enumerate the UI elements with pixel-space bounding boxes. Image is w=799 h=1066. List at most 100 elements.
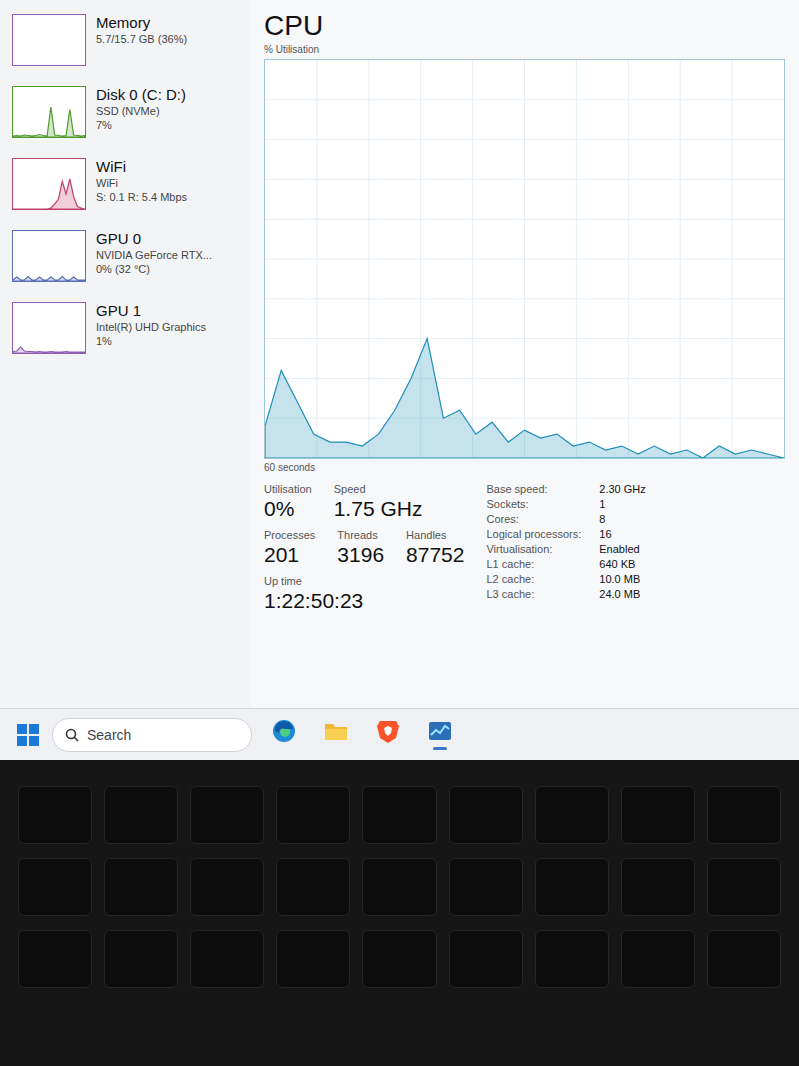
active-indicator	[433, 747, 447, 750]
mini-graph	[12, 302, 86, 354]
keyboard-key	[190, 786, 264, 844]
keyboard-key	[449, 858, 523, 916]
search-placeholder: Search	[87, 727, 131, 743]
spec-label: Cores:	[486, 513, 581, 525]
search-box[interactable]: Search	[52, 718, 252, 752]
sidebar: Memory 5.7/15.7 GB (36%) Disk 0 (C: D:) SSD…	[0, 0, 250, 708]
active-indicator	[381, 748, 395, 751]
spec-list: Base speed: 2.30 GHz Sockets: 1 Cores: 8 Logic…	[486, 483, 645, 613]
sidebar-item-detail: S: 0.1 R: 5.4 Mbps	[96, 191, 187, 203]
sidebar-item-detail: WiFi	[96, 177, 187, 189]
sidebar-item-detail: 0% (32 °C)	[96, 263, 212, 275]
spec-value: 10.0 MB	[599, 573, 645, 585]
spec-value: 8	[599, 513, 645, 525]
sidebar-item[interactable]: Memory 5.7/15.7 GB (36%)	[8, 10, 242, 70]
keyboard-key	[621, 930, 695, 988]
mini-graph	[12, 158, 86, 210]
sidebar-item-detail: 1%	[96, 335, 206, 347]
stat: Threads3196	[337, 529, 384, 567]
windows-logo-icon[interactable]	[16, 723, 40, 747]
sidebar-item-detail: 7%	[96, 119, 186, 131]
screen: Memory 5.7/15.7 GB (36%) Disk 0 (C: D:) SSD…	[0, 0, 799, 760]
spec-label: L3 cache:	[486, 588, 581, 600]
photo-frame: Memory 5.7/15.7 GB (36%) Disk 0 (C: D:) SSD…	[0, 0, 799, 1066]
task-manager-icon	[427, 719, 453, 743]
uptime-stat: Up time1:22:50:23	[264, 575, 464, 613]
keyboard-key	[276, 858, 350, 916]
sidebar-item-title: GPU 1	[96, 302, 206, 319]
keyboard-key	[276, 930, 350, 988]
keyboard-key	[362, 930, 436, 988]
mini-graph-area	[13, 179, 85, 209]
keyboard-key	[621, 786, 695, 844]
keyboard-key	[362, 786, 436, 844]
spec-label: Logical processors:	[486, 528, 581, 540]
spec-value: 1	[599, 498, 645, 510]
taskbar: Search	[0, 708, 799, 760]
stat: Processes201	[264, 529, 315, 567]
keyboard-key	[18, 930, 92, 988]
spec-value: 24.0 MB	[599, 588, 645, 600]
folder-icon	[323, 719, 349, 743]
taskbar-app[interactable]	[264, 713, 304, 757]
taskbar-app[interactable]	[368, 713, 408, 757]
keyboard-key	[535, 858, 609, 916]
spec-value: 640 KB	[599, 558, 645, 570]
sidebar-item-title: Memory	[96, 14, 187, 31]
sidebar-item[interactable]: WiFi WiFi S: 0.1 R: 5.4 Mbps	[8, 154, 242, 214]
axis-label: % Utilisation	[264, 44, 785, 55]
spec-label: Sockets:	[486, 498, 581, 510]
active-indicator	[277, 748, 291, 751]
stat: Speed1.75 GHz	[334, 483, 423, 521]
keyboard-key	[104, 786, 178, 844]
mini-graph	[12, 230, 86, 282]
search-icon	[65, 728, 79, 742]
cpu-panel: CPU % Utilisation 60 seconds Utilisation0% S…	[250, 0, 799, 708]
sidebar-item-detail: NVIDIA GeForce RTX...	[96, 249, 212, 261]
mini-graph-area	[13, 347, 85, 353]
keyboard-key	[449, 930, 523, 988]
keyboard-key	[276, 786, 350, 844]
keyboard-key	[535, 786, 609, 844]
keyboard-key	[707, 930, 781, 988]
edge-icon	[271, 718, 297, 744]
sidebar-item-detail: Intel(R) UHD Graphics	[96, 321, 206, 333]
mini-graph-area	[13, 107, 85, 137]
sidebar-item[interactable]: Disk 0 (C: D:) SSD (NVMe) 7%	[8, 82, 242, 142]
spec-label: Virtualisation:	[486, 543, 581, 555]
cpu-usage-area	[265, 339, 784, 458]
keyboard-key	[104, 858, 178, 916]
keyboard-key	[190, 858, 264, 916]
keyboard-key	[449, 786, 523, 844]
active-indicator	[329, 747, 343, 750]
sidebar-item-detail: 5.7/15.7 GB (36%)	[96, 33, 187, 45]
mini-graph	[12, 14, 86, 66]
keyboard-key	[621, 858, 695, 916]
keyboard-key	[362, 858, 436, 916]
sidebar-item-detail: SSD (NVMe)	[96, 105, 186, 117]
taskbar-app[interactable]	[420, 713, 460, 757]
keyboard-key	[104, 930, 178, 988]
mini-graph	[12, 86, 86, 138]
spec-value: Enabled	[599, 543, 645, 555]
panel-title: CPU	[264, 10, 785, 42]
keyboard-key	[18, 858, 92, 916]
sidebar-item[interactable]: GPU 0 NVIDIA GeForce RTX... 0% (32 °C)	[8, 226, 242, 286]
brave-icon	[376, 718, 400, 744]
keyboard-key	[535, 930, 609, 988]
taskbar-app[interactable]	[316, 713, 356, 757]
spec-value: 2.30 GHz	[599, 483, 645, 495]
sidebar-item[interactable]: GPU 1 Intel(R) UHD Graphics 1%	[8, 298, 242, 358]
mini-graph-area	[13, 277, 85, 282]
stat: Handles87752	[406, 529, 464, 567]
spec-label: Base speed:	[486, 483, 581, 495]
sidebar-item-title: GPU 0	[96, 230, 212, 247]
spec-label: L1 cache:	[486, 558, 581, 570]
sidebar-item-title: WiFi	[96, 158, 187, 175]
time-label: 60 seconds	[264, 462, 785, 473]
keyboard-key	[18, 786, 92, 844]
spec-label: L2 cache:	[486, 573, 581, 585]
keyboard-key	[707, 786, 781, 844]
stat: Utilisation0%	[264, 483, 312, 521]
sidebar-item-title: Disk 0 (C: D:)	[96, 86, 186, 103]
